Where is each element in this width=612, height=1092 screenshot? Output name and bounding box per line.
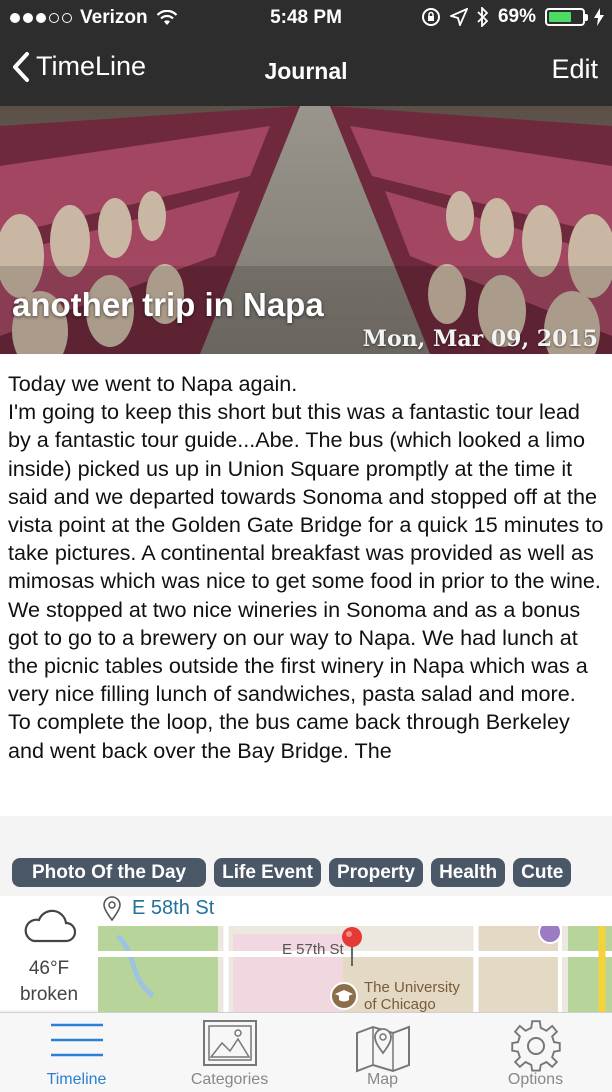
tab-categories[interactable]: Categories	[153, 1013, 306, 1092]
tab-map[interactable]: Map	[306, 1013, 459, 1092]
weather-panel: 46°F broken	[0, 896, 98, 1010]
tab-label: Map	[366, 1071, 399, 1088]
journal-screen: Verizon 5:48 PM 69% TimeLine Journal Edi…	[0, 0, 612, 1092]
tag-health[interactable]: Health	[431, 858, 506, 887]
entry-date: Mon, Mar 09, 2015	[362, 326, 598, 352]
location-label: E 58th St	[132, 897, 215, 919]
tag-list: Photo Of the Day Life Event Property Hea…	[0, 858, 612, 894]
tab-options[interactable]: Options	[459, 1013, 612, 1092]
entry-body[interactable]: Today we went to Napa again. I'm going t…	[0, 354, 612, 816]
tab-label: Timeline	[46, 1071, 107, 1088]
navigation-bar: TimeLine Journal Edit	[0, 36, 612, 106]
status-bar: Verizon 5:48 PM 69%	[0, 0, 612, 36]
map-poi-icon	[538, 926, 562, 944]
map-pin-icon	[342, 927, 362, 966]
charging-icon	[594, 8, 604, 26]
tab-bar: Timeline Categories Map Options	[0, 1012, 612, 1092]
cloud-icon	[24, 909, 76, 943]
tab-timeline[interactable]: Timeline	[0, 1013, 153, 1092]
status-right: 69%	[421, 6, 604, 28]
gear-icon	[510, 1020, 561, 1072]
tab-label: Categories	[190, 1071, 269, 1088]
orientation-lock-icon	[421, 8, 440, 26]
tag-cute[interactable]: Cute	[513, 858, 572, 887]
tab-label: Options	[507, 1071, 564, 1088]
entry-photo[interactable]: another trip in Napa Mon, Mar 09, 2015	[0, 106, 612, 354]
graduation-cap-icon	[330, 982, 358, 1010]
divider	[0, 816, 612, 850]
map-poi-line1: The University	[364, 979, 460, 996]
location-row[interactable]: E 58th St	[98, 896, 612, 926]
bluetooth-icon	[477, 7, 489, 27]
location-map[interactable]: E 57th St The University of Chicago	[98, 926, 612, 1012]
weather-condition: broken	[19, 984, 79, 1005]
location-pin-icon	[103, 896, 121, 922]
battery-percent: 69%	[497, 6, 536, 27]
entry-paragraph: Today we went to Napa again.	[8, 371, 298, 396]
tag-life-event[interactable]: Life Event	[214, 858, 321, 887]
temperature: 46°F	[28, 958, 70, 979]
map-street-label: E 57th St	[282, 941, 344, 958]
battery-icon	[545, 8, 588, 26]
entry-title: another trip in Napa	[12, 286, 324, 323]
list-icon	[50, 1023, 103, 1057]
top-bar: Verizon 5:48 PM 69% TimeLine Journal Edi…	[0, 0, 612, 106]
entry-text: Today we went to Napa again. I'm going t…	[0, 354, 612, 765]
edit-button[interactable]: Edit	[551, 54, 598, 85]
tag-photo-of-the-day[interactable]: Photo Of the Day	[12, 858, 207, 887]
map-poi-line2: of Chicago	[364, 996, 436, 1012]
tag-property[interactable]: Property	[328, 858, 424, 887]
location-arrow-icon	[449, 8, 468, 26]
entry-paragraph: I'm going to keep this short but this wa…	[8, 399, 604, 763]
image-icon	[202, 1020, 257, 1066]
page-title: Journal	[264, 58, 348, 84]
map-icon	[355, 1025, 410, 1073]
